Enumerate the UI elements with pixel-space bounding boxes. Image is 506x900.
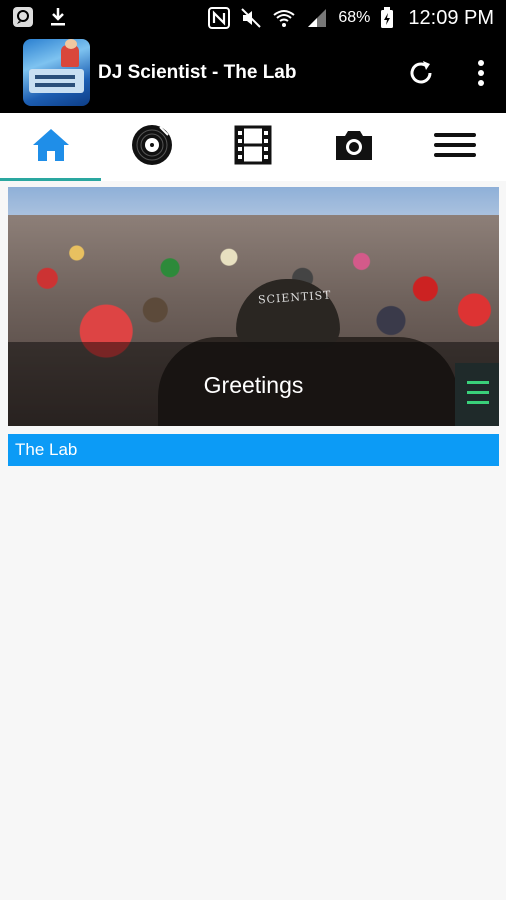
home-icon [30, 126, 72, 169]
battery-percent: 68% [338, 9, 371, 26]
tab-menu[interactable] [405, 113, 506, 181]
app-logo [23, 39, 90, 106]
tab-bar [0, 113, 506, 181]
hero-caption: Greetings [203, 372, 304, 398]
app-bar: DJ Scientist - The Lab [0, 36, 506, 113]
hero-banner[interactable]: SCIENTIST Greetings [8, 187, 499, 426]
section-header[interactable]: The Lab [8, 434, 499, 466]
nfc-icon [208, 7, 231, 29]
tab-photos[interactable] [304, 113, 405, 181]
wifi-icon [272, 7, 296, 29]
app-title: DJ Scientist - The Lab [98, 62, 297, 83]
tab-music[interactable] [101, 113, 202, 181]
messenger-icon [12, 6, 34, 28]
overflow-menu-icon[interactable] [476, 58, 486, 93]
camera-icon [333, 128, 375, 167]
tab-video[interactable] [202, 113, 303, 181]
vinyl-record-icon [130, 123, 174, 172]
hamburger-menu-icon [434, 131, 477, 164]
clock: 12:09 PM [408, 6, 494, 29]
mute-icon [240, 7, 262, 29]
film-strip-icon [234, 125, 272, 170]
signal-icon [306, 7, 328, 29]
status-bar: 68% 12:09 PM [0, 0, 506, 36]
download-icon [48, 6, 68, 28]
refresh-icon[interactable] [406, 58, 436, 93]
battery-icon [380, 7, 394, 29]
tab-home[interactable] [0, 113, 102, 181]
